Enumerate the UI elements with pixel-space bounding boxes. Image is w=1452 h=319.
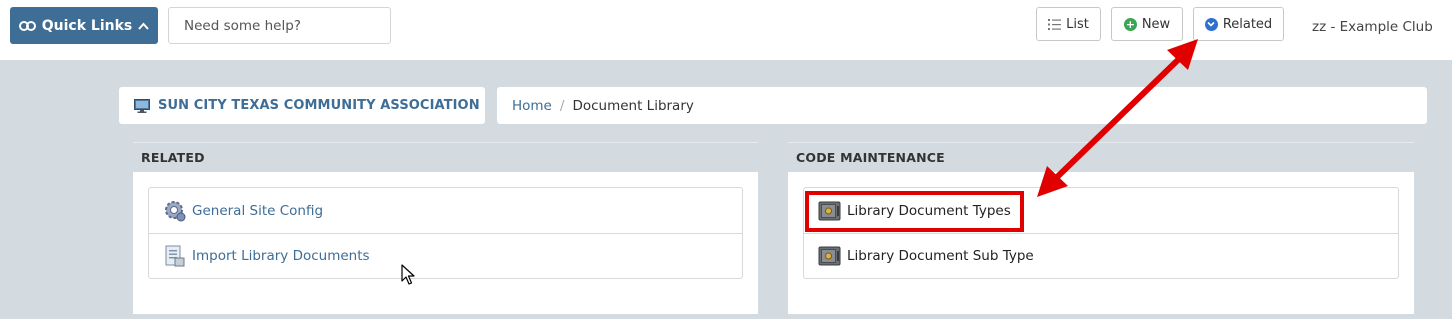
- annotation-double-arrow: [1037, 39, 1198, 197]
- mouse-cursor-icon: [401, 264, 415, 285]
